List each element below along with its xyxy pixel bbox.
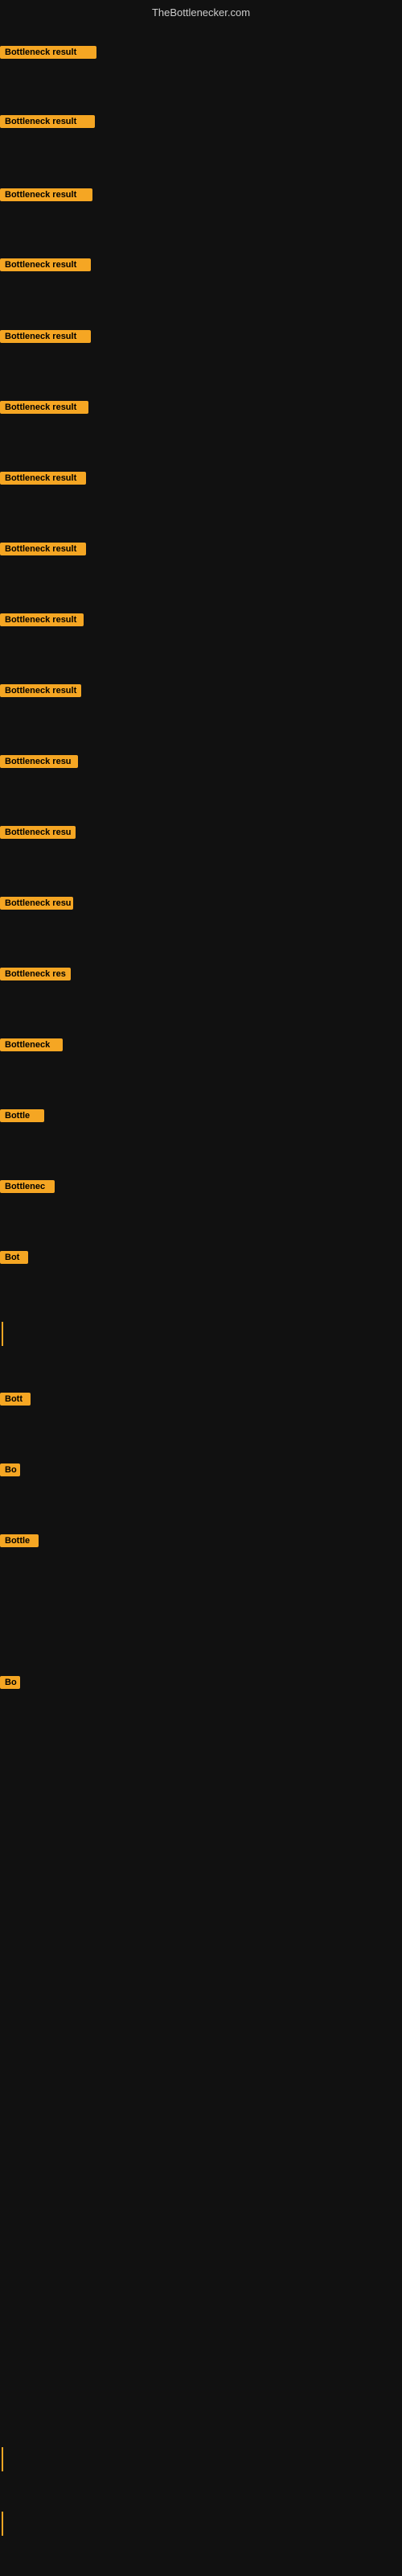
bottleneck-result-badge: Bot [0, 1251, 28, 1264]
line-marker [2, 2447, 3, 2471]
bottleneck-result-badge: Bo [0, 1676, 20, 1689]
bottleneck-result-badge: Bottleneck result [0, 258, 91, 271]
bottleneck-result-badge: Bo [0, 1463, 20, 1476]
bottleneck-result-badge: Bottle [0, 1109, 44, 1122]
site-title: TheBottlenecker.com [0, 6, 402, 19]
bottleneck-result-badge: Bottlenec [0, 1180, 55, 1193]
bottleneck-result-badge: Bottleneck result [0, 684, 81, 697]
bottleneck-result-badge: Bottleneck result [0, 543, 86, 555]
bottleneck-result-badge: Bottleneck result [0, 330, 91, 343]
bottleneck-result-badge: Bottleneck [0, 1038, 63, 1051]
line-marker [2, 2512, 3, 2536]
bottleneck-result-badge: Bottleneck resu [0, 826, 76, 839]
bottleneck-result-badge: Bottleneck result [0, 472, 86, 485]
bottleneck-result-badge: Bottleneck result [0, 401, 88, 414]
bottleneck-result-badge: Bottleneck result [0, 46, 96, 59]
bottleneck-result-badge: Bottleneck result [0, 613, 84, 626]
bottleneck-result-badge: Bott [0, 1393, 31, 1406]
bottleneck-result-badge: Bottleneck resu [0, 755, 78, 768]
bottleneck-result-badge: Bottle [0, 1534, 39, 1547]
line-marker [2, 1322, 3, 1346]
bottleneck-result-badge: Bottleneck result [0, 115, 95, 128]
bottleneck-result-badge: Bottleneck resu [0, 897, 73, 910]
bottleneck-result-badge: Bottleneck result [0, 188, 92, 201]
bottleneck-result-badge: Bottleneck res [0, 968, 71, 980]
